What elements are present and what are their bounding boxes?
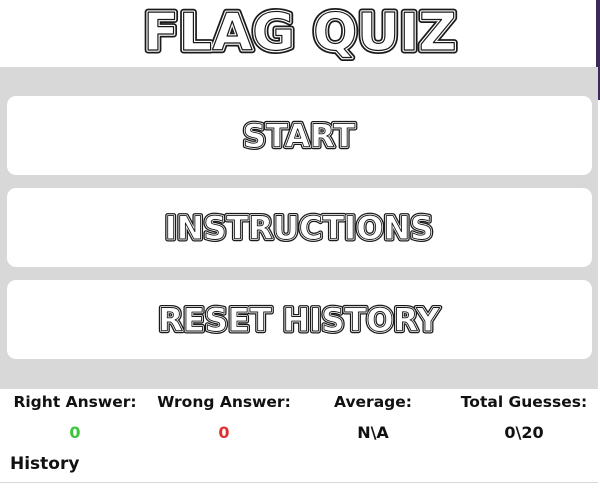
total-guesses-value: 0\20 [504,423,544,442]
start-button-label: START START START [240,115,357,158]
history-divider [0,482,598,483]
average-label: Average: [334,393,412,411]
wrong-answer-label: Wrong Answer: [157,393,291,411]
stats-panel: Right Answer: Wrong Answer: Average: Tot… [0,389,598,498]
history-heading: History [10,454,80,474]
instructions-button-label: INSTRUCTIONS INSTRUCTIONS INSTRUCTIONS [162,207,435,250]
svg-text:INSTRUCTIONS: INSTRUCTIONS [165,209,433,247]
svg-text:FLAG QUIZ: FLAG QUIZ [143,3,456,63]
reset-history-button-label: RESET HISTORY RESET HISTORY RESET HISTOR… [156,299,443,342]
instructions-button[interactable]: INSTRUCTIONS INSTRUCTIONS INSTRUCTIONS [7,188,592,267]
right-answer-value: 0 [69,423,81,442]
average-value: N\A [357,423,389,442]
total-guesses-label: Total Guesses: [460,393,588,411]
svg-text:START: START [243,117,355,155]
svg-text:RESET HISTORY: RESET HISTORY [158,301,440,339]
app-header: FLAG QUIZ FLAG QUIZ FLAG QUIZ [0,0,600,67]
main-menu: START START START INSTRUCTIONS INSTRUCTI… [0,67,598,389]
right-answer-label: Right Answer: [13,393,137,411]
reset-history-button[interactable]: RESET HISTORY RESET HISTORY RESET HISTOR… [7,280,592,359]
wrong-answer-value: 0 [218,423,230,442]
start-button[interactable]: START START START [7,96,592,175]
app-title: FLAG QUIZ FLAG QUIZ FLAG QUIZ [140,0,460,67]
